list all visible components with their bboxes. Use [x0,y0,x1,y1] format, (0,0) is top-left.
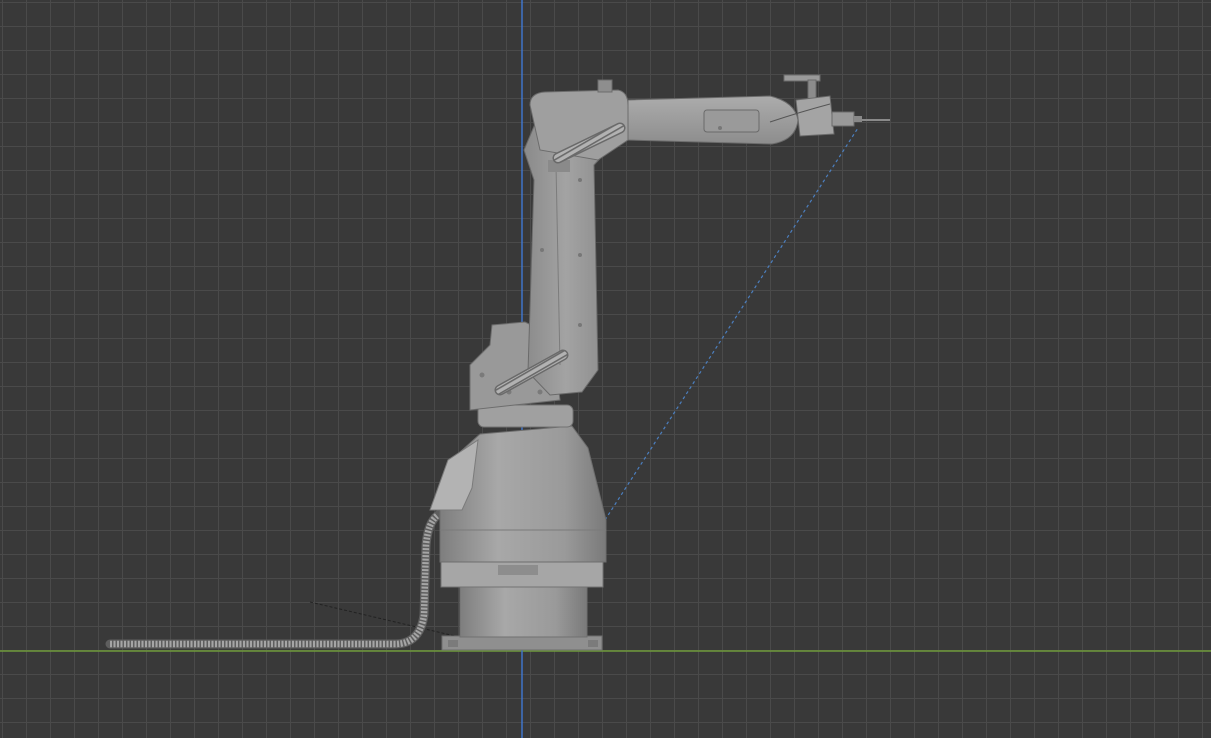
cable-hose[interactable] [105,510,443,649]
turret[interactable] [429,404,607,563]
floor-guide-line [309,601,456,637]
scene-canvas[interactable] [0,0,1211,738]
end-effector[interactable] [831,111,890,127]
pedestal[interactable] [440,561,604,638]
base-plate[interactable] [441,635,603,651]
3d-viewport[interactable] [0,0,1211,738]
forearm[interactable] [627,95,799,145]
ik-guide-line [604,127,859,521]
